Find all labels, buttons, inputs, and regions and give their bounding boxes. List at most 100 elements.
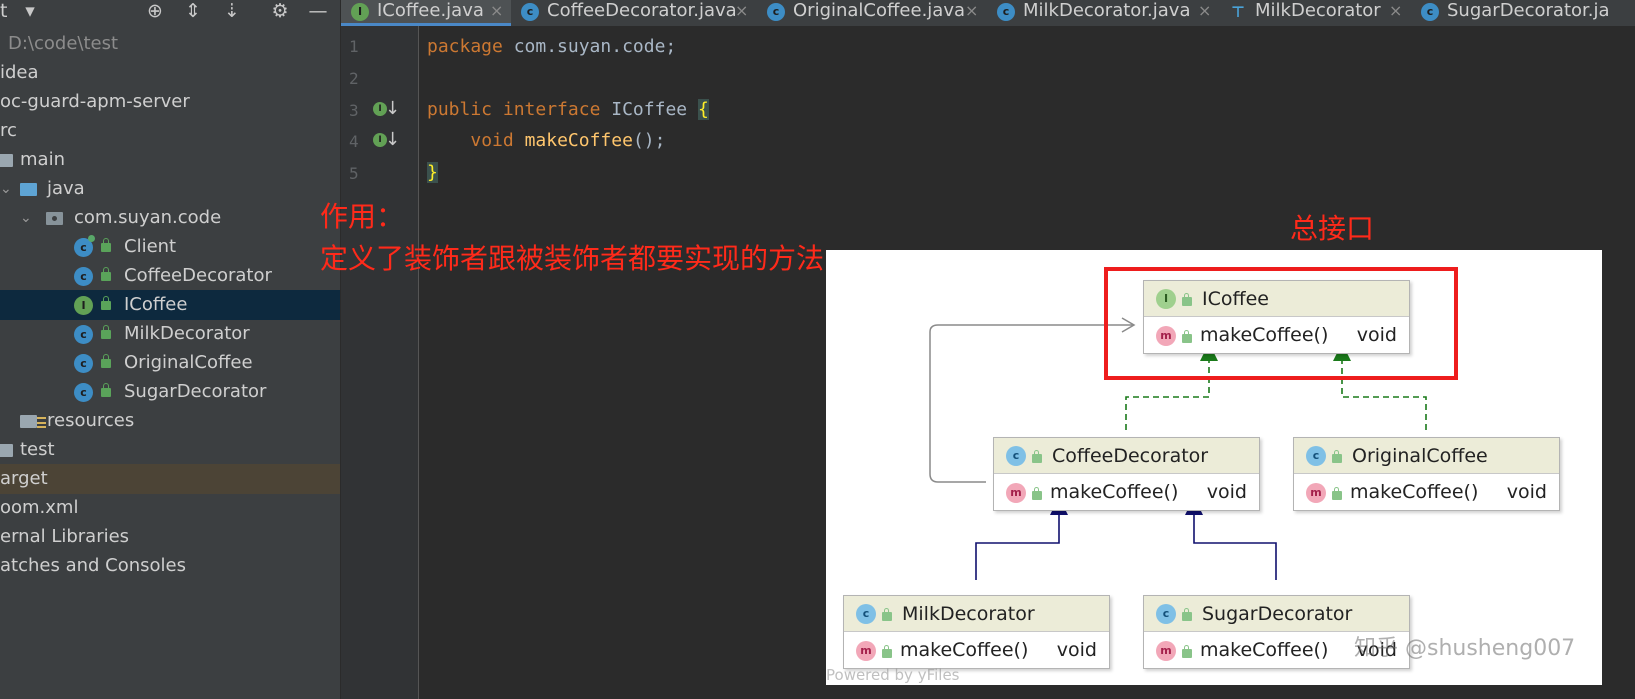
tree-item-label: idea (0, 62, 39, 83)
uml-box-milkdecorator: c MilkDecorator m makeCoffee() void (843, 595, 1110, 669)
class-icon: c (1156, 604, 1176, 624)
uml-box-originalcoffee: c OriginalCoffee m makeCoffee() void (1293, 437, 1560, 511)
uml-box-coffeedecorator: c CoffeeDecorator m makeCoffee() void (993, 437, 1260, 511)
line-number: 4 (349, 132, 359, 151)
line-number: 3 (349, 101, 359, 120)
tab-originalcoffee-java[interactable]: c OriginalCoffee.java × (757, 0, 987, 26)
interface-icon: I (74, 296, 93, 315)
editor-gutter: 1 2 3 4 5 I ↓ I ↓ (341, 26, 419, 699)
close-icon[interactable]: × (1198, 0, 1211, 22)
tree-item-sugardecorator[interactable]: c SugarDecorator (0, 377, 340, 407)
class-icon: c (997, 3, 1015, 21)
project-tool-window: t ▾ ⊕ ⇕ ⇣ ⚙ — D:\code\test idea oc-guard… (0, 0, 341, 699)
tree-item-label: MilkDecorator (124, 323, 250, 344)
chevron-down-icon[interactable]: ⌄ (0, 174, 12, 204)
expand-all-icon[interactable]: ⇕ (181, 0, 205, 24)
tree-item-milkdecorator[interactable]: c MilkDecorator (0, 319, 340, 349)
close-icon[interactable]: × (490, 0, 503, 22)
tree-item-idea[interactable]: idea (0, 58, 340, 88)
lock-icon (882, 645, 892, 658)
tab-label: SugarDecorator.ja (1447, 0, 1610, 21)
lock-icon (1032, 487, 1042, 500)
tab-label: CoffeeDecorator.java (547, 0, 737, 21)
close-icon[interactable]: × (1389, 0, 1402, 22)
collapse-all-icon[interactable]: ⇣ (220, 0, 244, 24)
tab-sugardecorator-java[interactable]: c SugarDecorator.ja (1411, 0, 1635, 26)
package-icon (46, 212, 63, 225)
lock-icon (1032, 450, 1042, 463)
interface-icon: I (351, 3, 369, 21)
tab-coffeedecorator-java[interactable]: c CoffeeDecorator.java × (511, 0, 757, 26)
lock-icon (882, 608, 892, 621)
code-line-4: void makeCoffee(); (470, 130, 666, 151)
tab-icoffee-java[interactable]: I ICoffee.java × (341, 0, 511, 26)
method-icon: m (1006, 483, 1026, 503)
tree-item-test[interactable]: test (0, 435, 340, 465)
tree-item-external-libraries[interactable]: ernal Libraries (0, 522, 340, 552)
uml-box-header: c CoffeeDecorator (994, 438, 1259, 474)
tree-item-package[interactable]: ⌄ com.suyan.code (0, 203, 340, 233)
inheritance-line-milkdecorator (975, 513, 1060, 580)
implemented-by-icon[interactable]: I ↓ (373, 99, 400, 121)
tree-item-label: SugarDecorator (124, 381, 267, 402)
tree-item-label: ernal Libraries (0, 526, 130, 547)
view-dropdown-icon[interactable]: ▾ (18, 0, 42, 24)
tab-label: MilkDecorator.java (1023, 0, 1191, 21)
uml-class-name: CoffeeDecorator (1052, 445, 1209, 467)
uml-class-name: MilkDecorator (902, 603, 1035, 625)
tab-label: MilkDecorator (1255, 0, 1381, 21)
tree-item-coffeedecorator[interactable]: c CoffeeDecorator (0, 261, 340, 291)
tree-item-scratches[interactable]: atches and Consoles (0, 551, 340, 581)
line-number: 2 (349, 69, 359, 88)
tree-item-resources[interactable]: resources (0, 406, 340, 436)
hide-panel-icon[interactable]: — (306, 0, 330, 24)
locate-file-icon[interactable]: ⊕ (143, 0, 167, 24)
tree-item-label: arget (0, 468, 48, 489)
project-path: D:\code\test (8, 33, 119, 54)
tree-item-originalcoffee[interactable]: c OriginalCoffee (0, 348, 340, 378)
tree-item-label: atches and Consoles (0, 555, 186, 576)
tab-milkdecorator-java[interactable]: c MilkDecorator.java × (987, 0, 1219, 26)
tree-item-icoffee[interactable]: I ICoffee (0, 290, 340, 320)
resources-marker-icon (37, 417, 46, 428)
tree-item-label: main (20, 149, 65, 170)
tree-item-client[interactable]: c Client (0, 232, 340, 262)
tree-item-label: resources (47, 410, 135, 431)
close-icon[interactable]: × (965, 0, 978, 22)
chevron-down-icon[interactable]: ⌄ (20, 203, 32, 233)
tree-item-java[interactable]: ⌄ java (0, 174, 340, 204)
editor-tab-bar: I ICoffee.java × c CoffeeDecorator.java … (341, 0, 1635, 26)
tree-item-module[interactable]: oc-guard-apm-server (0, 87, 340, 117)
uml-class-name: OriginalCoffee (1352, 445, 1488, 467)
class-icon: c (856, 604, 876, 624)
lock-icon (101, 383, 111, 397)
tree-item-pom[interactable]: oom.xml (0, 493, 340, 523)
implemented-by-icon[interactable]: I ↓ (373, 130, 400, 152)
tree-item-label: Client (124, 236, 177, 257)
resources-folder-icon (20, 415, 37, 428)
tree-item-target[interactable]: arget (0, 464, 340, 494)
close-icon[interactable]: × (735, 0, 748, 22)
runnable-icon (88, 235, 95, 242)
tree-item-label: rc (0, 120, 17, 141)
tree-item-label: test (20, 439, 55, 460)
project-view-title[interactable]: t (0, 0, 7, 22)
uml-class-name: SugarDecorator (1202, 603, 1353, 625)
highlight-frame (1104, 267, 1458, 380)
tree-item-src[interactable]: rc (0, 116, 340, 146)
tab-label: OriginalCoffee.java (793, 0, 966, 21)
lock-icon (101, 296, 111, 310)
tree-item-main[interactable]: main (0, 145, 340, 175)
lock-icon (101, 354, 111, 368)
powered-by-text: Powered by yFiles (826, 666, 960, 684)
uml-method-row: m makeCoffee() void (844, 632, 1109, 669)
lock-icon (1182, 608, 1192, 621)
class-icon: c (74, 325, 93, 344)
method-icon: m (1156, 641, 1176, 661)
watermark-text: 知乎 @shusheng007 (1354, 636, 1576, 661)
method-icon: m (856, 641, 876, 661)
tree-item-label: ICoffee (124, 294, 188, 315)
tab-milkdecorator-diagram[interactable]: ⊤ MilkDecorator × (1219, 0, 1411, 26)
uml-box-header: c MilkDecorator (844, 596, 1109, 632)
gear-icon[interactable]: ⚙ (268, 0, 292, 24)
